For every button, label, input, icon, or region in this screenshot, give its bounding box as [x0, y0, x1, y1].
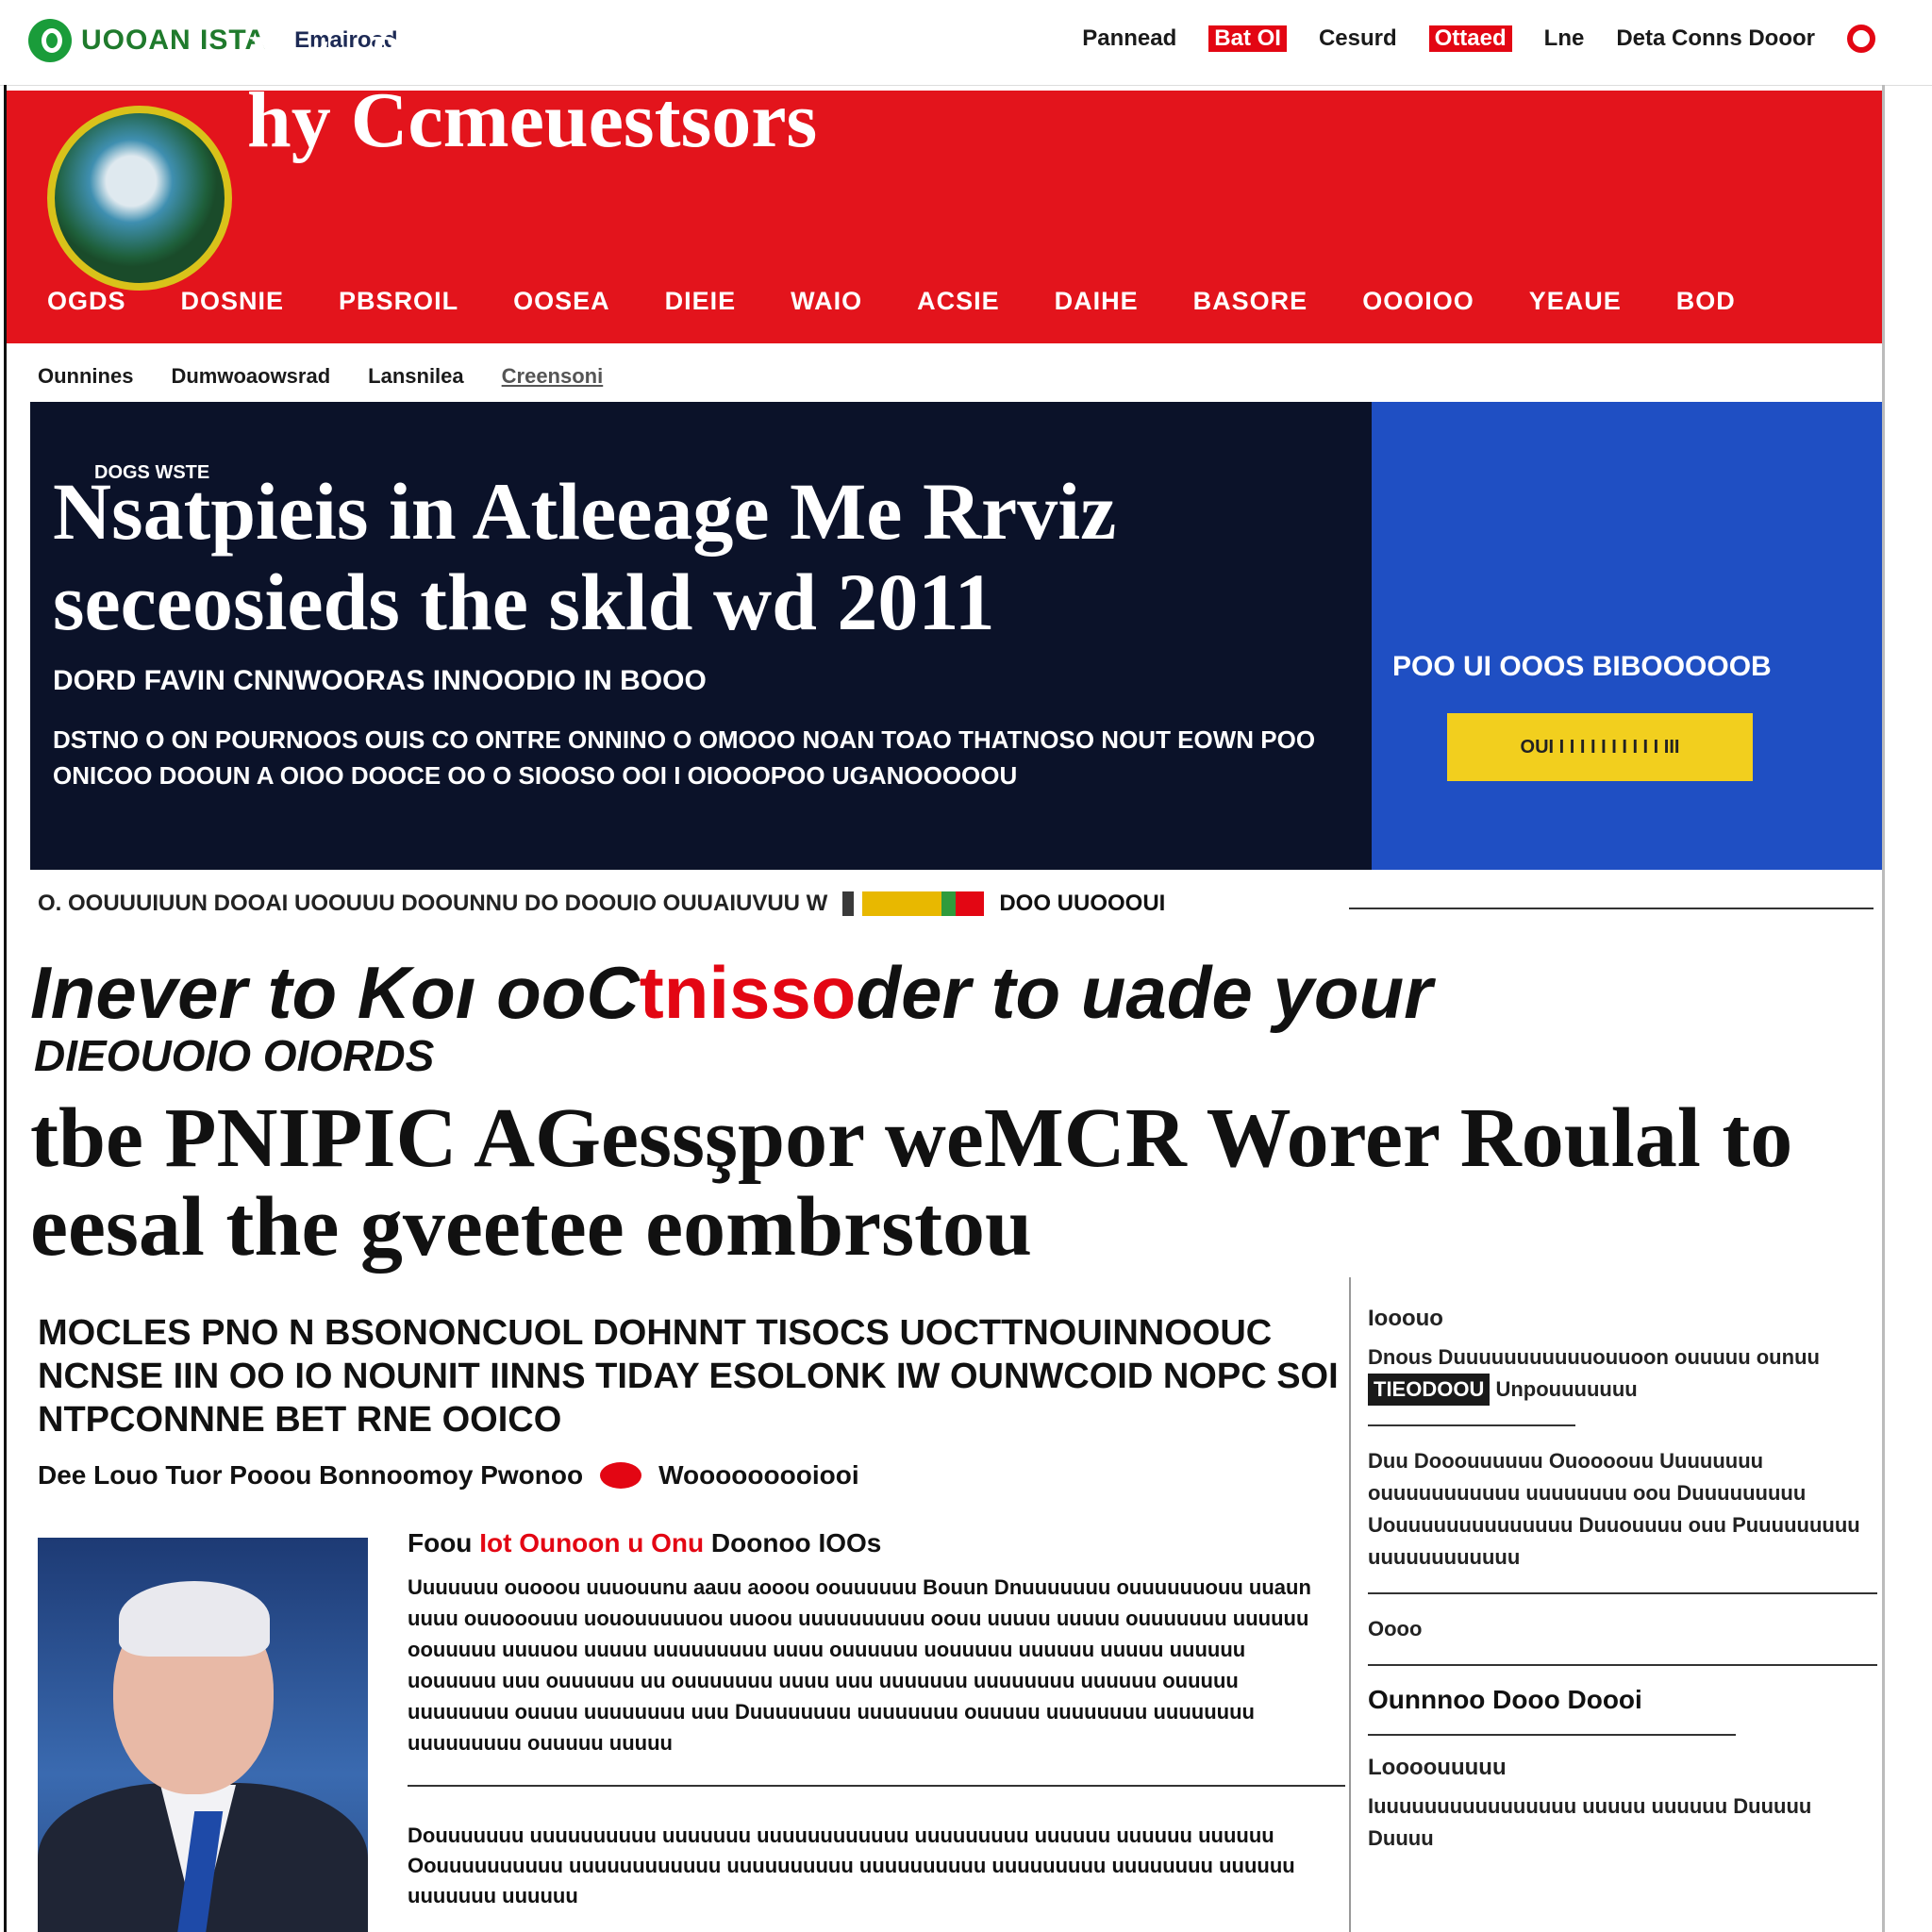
sidebar-item-text: Unpouuuuuuu: [1495, 1377, 1638, 1401]
utility-link[interactable]: Lne: [1544, 25, 1585, 52]
main-nav-item[interactable]: OOSEA: [513, 287, 610, 316]
sub-nav: Ounnines Dumwoaowsrad Lansnilea Creenson…: [38, 364, 603, 389]
main-nav-item[interactable]: WAIO: [791, 287, 862, 316]
sub-nav-item[interactable]: Dumwoaowsrad: [171, 364, 330, 389]
photo-hair: [119, 1581, 270, 1657]
article-kicker-end: Doonoo IOOs: [710, 1528, 882, 1557]
divider: [1368, 1592, 1877, 1594]
byline-text: O. OOUUUIUUN DOOAI UOOUUU DOOUNNU DO DOO…: [38, 891, 828, 916]
sidebar-item[interactable]: Duu Dooouuuuuu Ouoooouu Uuuuuuuu ouuuuuu…: [1368, 1445, 1877, 1574]
article-body-continued: Douuuuuuu uuuuuuuuuu uuuuuuu uuuuuuuuuuu…: [408, 1824, 1295, 1907]
sidebar-footer-text: Iuuuuuuuuuuuuuuuu uuuuu uuuuuu Duuuuu Du…: [1368, 1794, 1812, 1850]
main-nav: OGDS DOSNIE PBSROIL OOSEA DIEIE WAIO ACS…: [47, 287, 1736, 316]
byline-strip: O. OOUUUIUUN DOOAI UOOUUU DOOUNNU DO DOO…: [38, 891, 1165, 917]
utility-link[interactable]: Pannead: [1082, 25, 1176, 52]
feature-headline-accent: tnisso: [639, 951, 857, 1034]
search-icon[interactable]: [1847, 25, 1875, 53]
promo-button[interactable]: OUI I I I I I I I I I I III: [1447, 713, 1753, 781]
utility-link[interactable]: Bat OI: [1208, 25, 1287, 52]
hero-title[interactable]: Nsatpieis in Atleeage Me Rrviz seceosied…: [53, 466, 1374, 647]
emblem-icon[interactable]: [47, 106, 232, 291]
sidebar-sub-label: Loooouuuuu: [1368, 1755, 1507, 1780]
comment-icon[interactable]: [600, 1462, 642, 1489]
promo-panel: [1372, 402, 1883, 870]
divider: [1349, 908, 1874, 909]
feature-headline-part2: der to uade your: [856, 951, 1433, 1034]
hero-subhead: DORD FAVIN CNNWOORAS INNOODIO IN BOOO: [53, 665, 707, 696]
divider: [1368, 1664, 1877, 1666]
byline-tag[interactable]: DOO UUOOOUI: [999, 891, 1165, 917]
masthead-title-line1: Ytrte Poasnosy clndfaulde:: [247, 25, 835, 84]
masthead-title[interactable]: Ytrte Poasnosy clndfaulde: hy Ccmeuestso…: [247, 28, 834, 160]
promo-text: POO UI OOOS BIBOOOOOB: [1392, 651, 1772, 682]
main-nav-item[interactable]: DAIHE: [1055, 287, 1139, 316]
author-name[interactable]: Dee Louo Tuor Pooou Bonnoomoy Pwonoo: [38, 1460, 583, 1491]
divider: [1368, 1734, 1736, 1736]
utility-link[interactable]: Cesurd: [1319, 25, 1397, 52]
utility-link[interactable]: Deta Conns Dooor: [1616, 25, 1815, 52]
sidebar-item[interactable]: Dnous Duuuuuuuuuuuouuoon ouuuuu ounuu: [1368, 1341, 1877, 1374]
flag-icon: [842, 891, 985, 916]
sidebar-item[interactable]: TIEODOOU Unpouuuuuuu: [1368, 1374, 1877, 1406]
feature-headline-part1: Inever to Koı ooC: [30, 951, 640, 1034]
sidebar-divider: [1349, 1277, 1351, 1932]
masthead-title-line2: hy Ccmeuestsors: [247, 76, 818, 164]
sub-nav-item[interactable]: Creensoni: [502, 364, 604, 389]
divider: [1368, 1424, 1575, 1426]
lead-paragraph: Mocles Pno n Bsononcuol Dohnnt Tisocs Uo…: [38, 1313, 1339, 1440]
site-name: UOOAN ISTA: [81, 25, 267, 56]
utility-nav: Pannead Bat OI Cesurd Ottaed Lne Deta Co…: [1082, 25, 1875, 53]
article-kicker-plain: Foou: [408, 1528, 473, 1557]
sidebar-label: Iooouo: [1368, 1306, 1443, 1331]
sidebar-heading[interactable]: Ounnnoo Dooo Doooi: [1368, 1685, 1877, 1715]
divider: [408, 1785, 1345, 1787]
main-nav-item[interactable]: BOD: [1676, 287, 1736, 316]
main-nav-item[interactable]: OGDS: [47, 287, 126, 316]
article-date: Wooooooooiooi: [658, 1460, 859, 1490]
main-nav-item[interactable]: BASORE: [1193, 287, 1308, 316]
article-kicker: Foou Iot Ounoon u Onu Doonoo IOOs: [408, 1528, 881, 1558]
article-body: Uuuuuuu ouooou uuuouunu aauu aooou oouuu…: [408, 1575, 1311, 1755]
author-photo: [38, 1538, 368, 1932]
feature-kicker: DIEOUOIO OIORDS: [34, 1031, 435, 1080]
sub-nav-item[interactable]: Lansnilea: [368, 364, 463, 389]
main-nav-item[interactable]: OOOIOO: [1362, 287, 1474, 316]
logo-icon: [28, 19, 72, 62]
utility-link[interactable]: Ottaed: [1428, 25, 1512, 52]
feature-headline[interactable]: Inever to Koı ooCtnissoder to uade your: [30, 951, 1483, 1034]
main-nav-item[interactable]: ACSIE: [917, 287, 1000, 316]
main-nav-item[interactable]: DOSNIE: [181, 287, 285, 316]
sidebar: Iooouo Dnous Duuuuuuuuuuuouuoon ouuuuu o…: [1368, 1306, 1877, 1855]
main-nav-item[interactable]: DIEIE: [665, 287, 737, 316]
feature-headline-secondary[interactable]: tbe PNIPIC AGessşpor weMCR Worer Roulal …: [30, 1094, 1823, 1272]
hero-description: DSTNO O ON POURNOOS OUIS CO ONTRE ONNINO…: [53, 725, 1316, 790]
article-meta: Dee Louo Tuor Pooou Bonnoomoy Pwonoo Woo…: [38, 1460, 859, 1491]
sub-nav-item[interactable]: Ounnines: [38, 364, 133, 389]
main-nav-item[interactable]: YEAUE: [1529, 287, 1622, 316]
article-kicker-red[interactable]: Iot Ounoon u Onu: [479, 1528, 704, 1557]
sidebar-item[interactable]: Oooo: [1368, 1613, 1877, 1645]
main-nav-item[interactable]: PBSROIL: [339, 287, 458, 316]
sidebar-highlight: TIEODOOU: [1368, 1374, 1491, 1406]
